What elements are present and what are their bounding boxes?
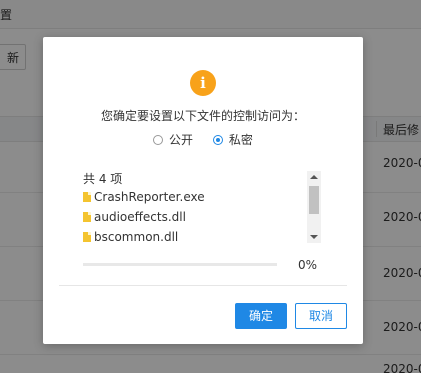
radio-private-circle[interactable] (212, 134, 223, 145)
file-list-scrollbar[interactable] (307, 171, 321, 243)
confirm-button[interactable]: 确定 (235, 303, 287, 329)
list-item: audioeffects.dll (83, 207, 323, 227)
access-control-dialog: i 您确定要设置以下文件的控制访问为： 公开 私密 共 4 项 CrashRep… (43, 37, 363, 344)
radio-public-circle[interactable] (153, 134, 163, 145)
file-icon (83, 232, 91, 242)
file-name: audioeffects.dll (94, 210, 186, 224)
radio-public[interactable]: 公开 (153, 131, 193, 148)
file-name: bscommon.dll (94, 230, 179, 244)
file-name: CrashReporter.exe (94, 190, 205, 204)
cancel-button[interactable]: 取消 (295, 303, 347, 329)
scroll-up-arrow-icon[interactable] (310, 175, 318, 179)
scroll-down-arrow-icon[interactable] (310, 235, 318, 239)
list-item: bscommon.dll (83, 227, 323, 247)
file-icon (83, 192, 91, 202)
progress-percent: 0% (298, 258, 318, 272)
dialog-question: 您确定要设置以下文件的控制访问为： (100, 109, 305, 123)
file-count: 共 4 项 (83, 172, 123, 186)
radio-private[interactable]: 私密 (212, 131, 253, 148)
progress-bar (83, 263, 277, 266)
file-list: 共 4 项 CrashReporter.exe audioeffects.dll… (83, 171, 323, 244)
radio-private-label: 私密 (228, 133, 253, 147)
list-item: CrashReporter.exe (83, 187, 323, 207)
access-radio-group: 公开 私密 (153, 131, 269, 148)
dialog-divider (59, 285, 347, 286)
scrollbar-thumb[interactable] (309, 186, 319, 214)
file-icon (83, 212, 91, 222)
radio-public-label: 公开 (169, 133, 194, 147)
info-icon: i (190, 70, 216, 96)
